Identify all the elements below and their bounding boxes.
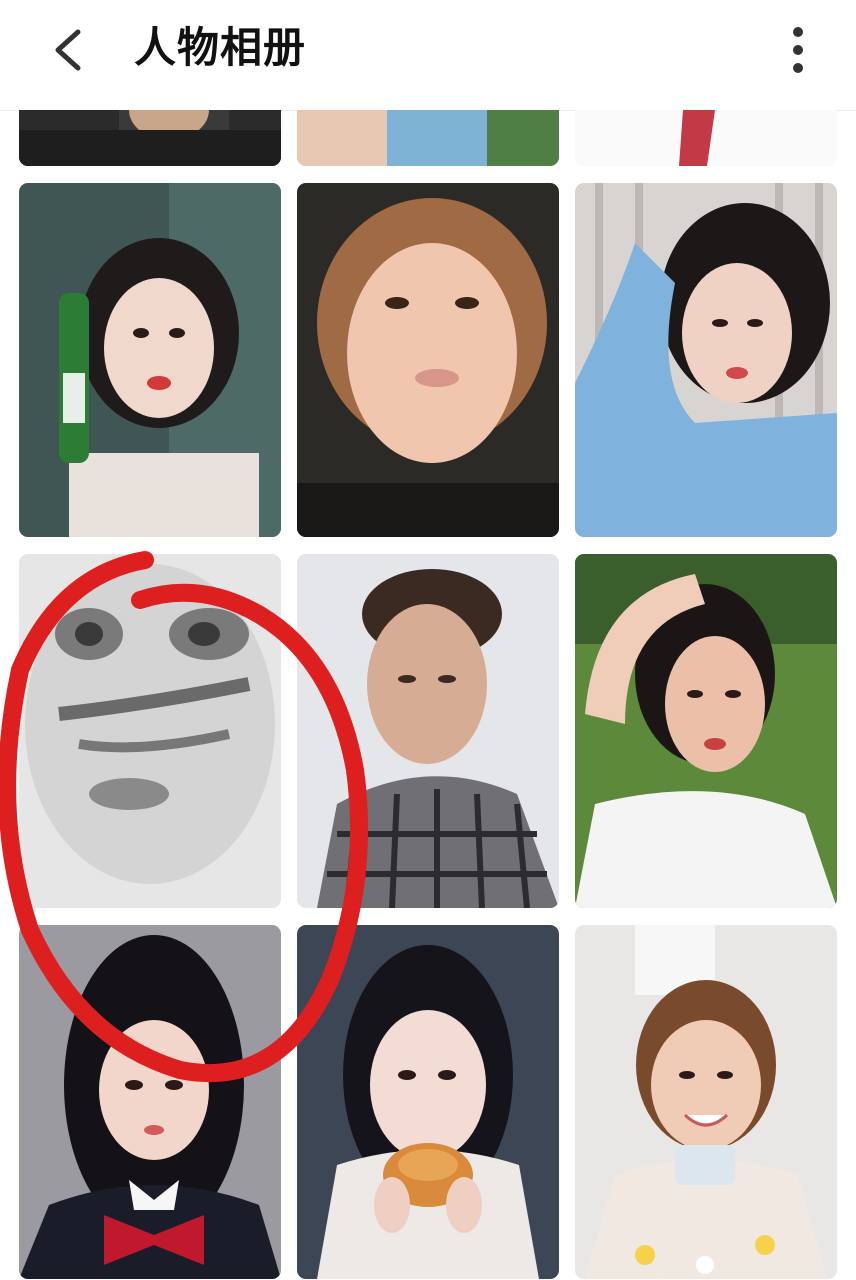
photo-partial-1[interactable]	[19, 110, 281, 166]
more-options-button[interactable]	[776, 24, 820, 76]
photo-man-plaid[interactable]	[297, 554, 559, 908]
photo-partial-2[interactable]	[297, 110, 559, 166]
more-vertical-icon	[793, 27, 803, 73]
chevron-left-icon	[55, 29, 81, 71]
photo-meme-face[interactable]	[19, 554, 281, 908]
photo-woman-red-bow[interactable]	[19, 925, 281, 1279]
photo-woman-closeup[interactable]	[297, 183, 559, 537]
app-header: 人物相册	[0, 0, 856, 111]
photo-woman-bottle[interactable]	[19, 183, 281, 537]
page-title: 人物相册	[134, 23, 307, 72]
photo-woman-blue-shirt[interactable]	[575, 183, 837, 537]
back-button[interactable]	[44, 22, 100, 78]
photo-woman-smiling[interactable]	[575, 925, 837, 1279]
photo-partial-3[interactable]	[575, 110, 837, 166]
photo-grid	[0, 110, 856, 1280]
photo-woman-bread[interactable]	[297, 925, 559, 1279]
photo-woman-grass[interactable]	[575, 554, 837, 908]
